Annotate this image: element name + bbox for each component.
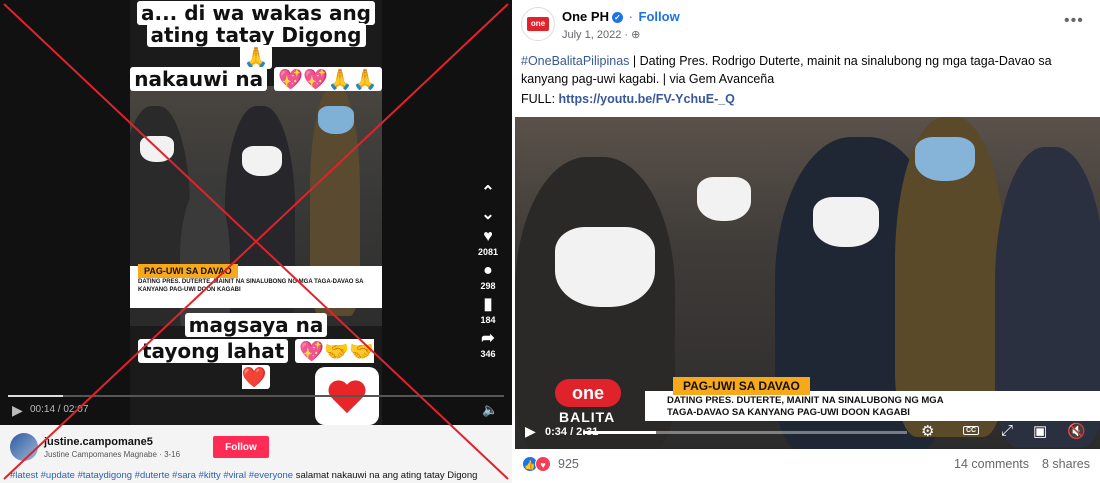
chevron-up-icon[interactable]: ⌃ xyxy=(474,184,502,202)
verified-badge-icon: ✓ xyxy=(611,12,623,23)
username[interactable]: justine.campomane5 xyxy=(44,436,153,448)
globe-icon: ⊕ xyxy=(631,29,641,41)
post-date: July 1, 2022 · ⊕ xyxy=(562,28,640,41)
post-text: #OneBalitaPilipinas | Dating Pres. Rodri… xyxy=(521,52,1091,88)
author-subline: Justine Campomanes Magnabe · 3-16 xyxy=(44,450,181,459)
tiktok-video[interactable]: a... di wa wakas ang ating tatay Digong … xyxy=(0,0,512,425)
follow-button[interactable]: Follow xyxy=(213,436,269,458)
chevron-down-icon[interactable]: ⌄ xyxy=(474,206,502,224)
heart-emoji-icon: 💖💖🙏🙏 xyxy=(274,67,382,91)
post-footer: 👍 ♥ 925 14 comments 8 shares xyxy=(512,452,1100,483)
lower-third-line-1: DATING PRES. DUTERTE, MAINIT NA SINALUBO… xyxy=(667,395,944,406)
reaction-count[interactable]: 925 xyxy=(558,457,579,471)
caption-bottom-2: tayong lahat xyxy=(137,339,289,363)
like-heart-icon[interactable]: ♥ xyxy=(474,228,502,246)
post-timestamp[interactable]: July 1, 2022 · xyxy=(562,29,628,41)
video-time: 00:14 / 02:07 xyxy=(30,404,89,415)
full-label: FULL: xyxy=(521,92,559,106)
more-options-icon[interactable]: ••• xyxy=(1064,12,1084,30)
comment-count: 298 xyxy=(480,281,496,291)
progress-bar[interactable] xyxy=(8,395,504,397)
comment-count[interactable]: 14 comments xyxy=(954,457,1029,471)
top-caption: a... di wa wakas ang ating tatay Digong … xyxy=(130,1,382,91)
caption-line-3: nakauwi na xyxy=(130,67,268,91)
share-count[interactable]: 8 shares xyxy=(1042,457,1090,471)
one-ph-logo: one Ph xyxy=(527,17,549,42)
save-count: 184 xyxy=(480,315,496,325)
caption-line-1: a... di wa wakas ang xyxy=(136,1,375,25)
face-mask xyxy=(813,197,879,247)
post-hashtag[interactable]: #OneBalitaPilipinas xyxy=(521,54,629,68)
follow-link[interactable]: Follow xyxy=(639,9,680,24)
bookmark-icon[interactable]: ▮ xyxy=(474,296,502,314)
volume-icon[interactable]: 🔈 xyxy=(482,402,498,418)
tiktok-post: a... di wa wakas ang ating tatay Digong … xyxy=(0,0,512,483)
caption-bottom-1: magsaya na xyxy=(184,313,328,337)
news-lower-third: PAG-UWI SA DAVAO DATING PRES. DUTERTE, M… xyxy=(130,264,382,308)
youtube-link[interactable]: https://youtu.be/FV-YchuE-_Q xyxy=(559,92,735,106)
tiktok-player-controls: ▶ 00:14 / 02:07 🔈 xyxy=(0,395,512,425)
gear-icon[interactable]: ⚙ xyxy=(921,422,934,440)
tiktok-actions: ⌃ ⌄ ♥ 2081 ● 298 ▮ 184 ➦ 346 xyxy=(474,180,502,364)
lower-third-tag: PAG-UWI SA DAVAO xyxy=(673,377,810,395)
post-header: One PH ✓ · Follow xyxy=(562,9,680,24)
play-icon[interactable]: ▶ xyxy=(525,423,536,440)
tiktok-author-bar: justine.campomane5 Justine Campomanes Ma… xyxy=(0,425,512,483)
video-progress-bar[interactable] xyxy=(583,431,907,434)
face-mask xyxy=(555,227,655,307)
lower-third-tag: PAG-UWI SA DAVAO xyxy=(138,264,238,278)
comparison-screenshot: a... di wa wakas ang ating tatay Digong … xyxy=(0,0,1100,483)
caption-line-2: ating tatay Digong xyxy=(146,23,366,47)
mute-icon[interactable]: 🔇 xyxy=(1067,422,1086,440)
hashtags[interactable]: #latest #update #tataydigong #duterte #s… xyxy=(10,470,293,481)
page-name[interactable]: One PH xyxy=(562,9,609,24)
face-mask xyxy=(697,177,751,221)
one-brand-logo: one xyxy=(555,379,621,407)
avatar[interactable] xyxy=(10,433,38,461)
facebook-video[interactable]: PAG-UWI SA DAVAO DATING PRES. DUTERTE, M… xyxy=(515,117,1100,449)
page-avatar[interactable]: one Ph xyxy=(521,7,555,42)
news-lower-third: PAG-UWI SA DAVAO DATING PRES. DUTERTE, M… xyxy=(555,375,1100,425)
expand-icon[interactable]: ⤢ xyxy=(1001,422,1013,439)
lower-third-text: DATING PRES. DUTERTE, MAINIT NA SINALUBO… xyxy=(667,395,944,419)
praying-hands-icon: 🙏 xyxy=(239,45,273,69)
face-mask xyxy=(915,137,975,181)
comment-icon[interactable]: ● xyxy=(474,262,502,280)
love-reaction-icon: ♥ xyxy=(535,456,551,472)
lower-third-text: DATING PRES. DUTERTE, MAINIT NA SINALUBO… xyxy=(138,279,364,293)
post-description: #latest #update #tataydigong #duterte #s… xyxy=(10,470,510,481)
share-count: 346 xyxy=(480,349,496,359)
full-link-line: FULL: https://youtu.be/FV-YchuE-_Q xyxy=(521,92,735,106)
captions-icon[interactable]: CC xyxy=(963,426,980,435)
video-controls: ▶ 0:34 / 2:31 ⚙ CC ⤢ ▣ 🔇 xyxy=(515,417,1100,449)
facebook-post: one Ph One PH ✓ · Follow July 1, 2022 · ⊕… xyxy=(512,0,1100,483)
description-text: salamat nakauwi na ang ating tatay Digon… xyxy=(293,470,478,481)
pip-icon[interactable]: ▣ xyxy=(1033,422,1047,440)
play-icon[interactable]: ▶ xyxy=(12,402,23,419)
share-icon[interactable]: ➦ xyxy=(474,330,502,348)
like-count: 2081 xyxy=(477,247,499,257)
